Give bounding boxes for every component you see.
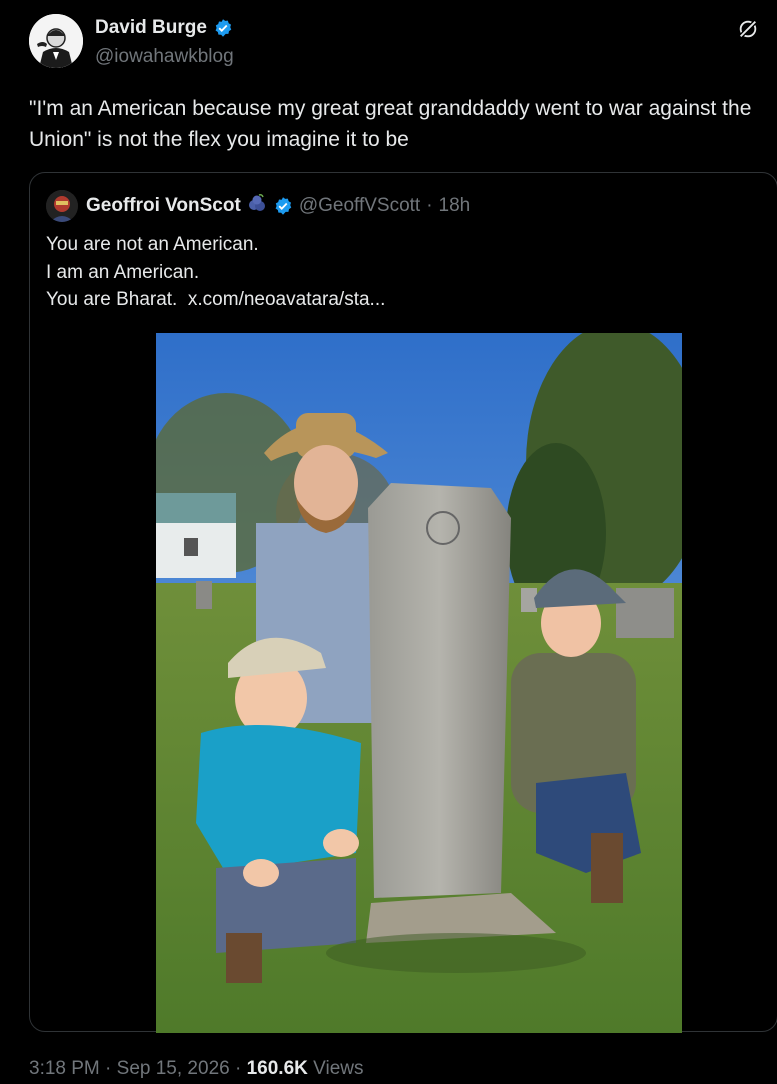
meta-separator: · (234, 1058, 242, 1079)
grok-icon[interactable] (737, 18, 759, 40)
quote-author-handle[interactable]: @GeoffVScott (299, 195, 420, 217)
quote-line-2: I am an American. (46, 261, 200, 283)
tweet-text: "I'm an American because my great great … (29, 97, 752, 151)
quote-text: You are not an American. I am an America… (46, 231, 385, 314)
verified-badge-icon (213, 18, 233, 38)
tweet-time[interactable]: 3:18 PM (29, 1058, 100, 1079)
tweet-date[interactable]: Sep 15, 2026 (117, 1058, 230, 1079)
quoted-tweet-card[interactable]: Geoffroi VonScot @GeoffVScott · 18h You … (29, 172, 777, 1033)
quote-author-name[interactable]: Geoffroi VonScot (86, 195, 241, 217)
blueberries-emoji-icon (247, 193, 267, 219)
author-name-row[interactable]: David Burge (95, 17, 233, 39)
tweet-meta: 3:18 PM · Sep 15, 2026 · 160.6K Views (29, 1058, 364, 1080)
meta-separator: · (105, 1058, 112, 1079)
quote-separator: · (426, 195, 433, 216)
quote-line-3: You are Bharat. x.com/neoavatara/sta... (46, 286, 385, 314)
quote-header: Geoffroi VonScot @GeoffVScott · 18h (86, 193, 470, 219)
views-count: 160.6K (246, 1058, 308, 1079)
quote-line-1: You are not an American. (46, 234, 259, 255)
verified-badge-icon (273, 196, 293, 216)
quote-line-3-text: You are Bharat. (46, 289, 178, 310)
views-label: Views (313, 1058, 364, 1079)
quote-author-avatar[interactable] (46, 190, 78, 222)
author-avatar[interactable] (29, 14, 83, 68)
quote-link[interactable]: x.com/neoavatara/sta... (188, 289, 386, 310)
quoted-photo[interactable] (156, 333, 682, 1033)
author-handle[interactable]: @iowahawkblog (95, 46, 234, 68)
author-name[interactable]: David Burge (95, 17, 207, 39)
quote-timestamp[interactable]: 18h (439, 195, 471, 217)
